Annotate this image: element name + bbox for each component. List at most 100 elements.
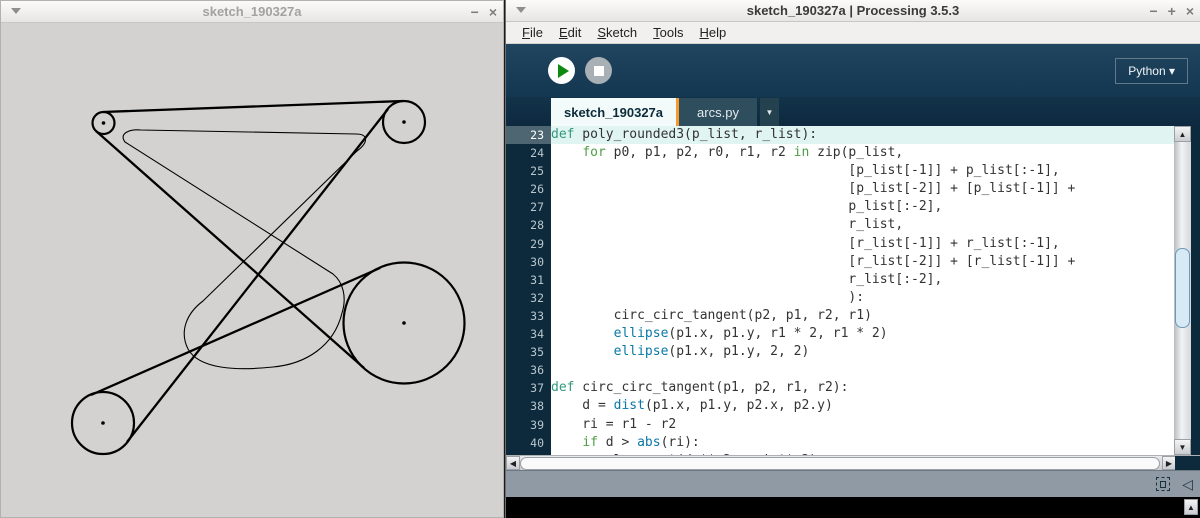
circle-center-dot — [101, 421, 105, 425]
vertical-scrollbar[interactable]: ▲ ▼ — [1174, 126, 1191, 455]
code-line-26[interactable]: [p_list[-2]] + [p_list[-1]] + — [551, 180, 1175, 198]
tab-list-dropdown[interactable]: ▼ — [760, 98, 779, 126]
code-token: p_list[:-2], — [551, 199, 942, 214]
close-button[interactable]: × — [489, 1, 497, 23]
code-line-30[interactable]: [r_list[-2]] + [r_list[-1]] + — [551, 253, 1175, 271]
code-line-37[interactable]: def circ_circ_tangent(p1, p2, r1, r2): — [551, 379, 1175, 397]
code-token: p0, p1, p2, r0, r1, r2 — [606, 145, 794, 160]
run-button[interactable] — [548, 57, 575, 84]
stop-button[interactable] — [585, 57, 612, 84]
code-token — [551, 145, 582, 160]
ide-window-title: sketch_190327a | Processing 3.5.3 — [506, 3, 1200, 18]
code-token — [551, 435, 582, 450]
scroll-right-button[interactable]: ▶ — [1162, 456, 1176, 470]
code-line-31[interactable]: r_list[:-2], — [551, 271, 1175, 289]
code-token: d = — [551, 398, 614, 413]
code-token: [r_list[-2]] + [r_list[-1]] + — [551, 254, 1075, 269]
code-area[interactable]: def poly_rounded3(p_list, r_list): for p… — [551, 126, 1175, 455]
code-line-27[interactable]: p_list[:-2], — [551, 198, 1175, 216]
line-number: 26 — [506, 180, 551, 198]
screen: sketch_190327a − × sketch_190327a | Proc… — [0, 0, 1200, 518]
line-number: 30 — [506, 253, 551, 271]
sketch-window-titlebar: sketch_190327a − × — [1, 1, 503, 23]
mode-selector-button[interactable]: Python ▾ — [1115, 58, 1188, 84]
line-number: 24 — [506, 144, 551, 162]
tabbar: sketch_190327a arcs.py ▼ — [506, 97, 1200, 126]
horizontal-scrollbar[interactable]: ◀ ▶ — [506, 455, 1200, 470]
code-token: abs — [637, 435, 660, 450]
minimize-button[interactable]: − — [1149, 0, 1157, 22]
code-line-34[interactable]: ellipse(p1.x, p1.y, r1 * 2, r1 * 2) — [551, 325, 1175, 343]
code-token: ellipse — [614, 326, 669, 341]
console: ▲ — [506, 497, 1200, 518]
close-button[interactable]: × — [1186, 0, 1194, 22]
circle-center-dot — [402, 120, 406, 124]
down-arrow-icon: ▼ — [1179, 443, 1187, 452]
up-arrow-icon: ▲ — [1179, 130, 1187, 139]
code-editor[interactable]: 23242526272829303132333435363738394041 d… — [506, 126, 1200, 455]
code-token: [p_list[-2]] + [p_list[-1]] + — [551, 181, 1075, 196]
menu-edit[interactable]: Edit — [551, 23, 589, 42]
up-arrow-icon: ▲ — [1187, 503, 1195, 512]
menu-file[interactable]: File — [514, 23, 551, 42]
vertical-scrollbar-thumb[interactable] — [1175, 248, 1190, 328]
code-line-36[interactable] — [551, 361, 1175, 379]
code-token: r_list[:-2], — [551, 272, 942, 287]
console-toggle-icon[interactable]: ◁ — [1182, 475, 1193, 493]
code-line-23[interactable]: def poly_rounded3(p_list, r_list): — [551, 126, 1175, 144]
horizontal-scrollbar-thumb[interactable] — [520, 457, 1160, 470]
menu-help[interactable]: Help — [691, 23, 734, 42]
code-line-28[interactable]: r_list, — [551, 216, 1175, 234]
window-menu-icon[interactable] — [516, 7, 526, 13]
code-token: d > — [598, 435, 637, 450]
code-token: def — [551, 380, 574, 395]
scroll-up-button[interactable]: ▲ — [1174, 126, 1191, 142]
code-line-33[interactable]: circ_circ_tangent(p2, p1, r2, r1) — [551, 307, 1175, 325]
message-area: ◁ — [506, 470, 1200, 497]
circle-center-dot — [402, 321, 406, 325]
code-token: dist — [614, 398, 645, 413]
code-token: zip(p_list, — [809, 145, 903, 160]
code-token: circ_circ_tangent(p1, p2, r1, r2): — [574, 380, 848, 395]
code-token: poly_rounded3(p_list, r_list): — [574, 127, 817, 142]
code-token: for — [582, 145, 605, 160]
scroll-down-button[interactable]: ▼ — [1174, 439, 1191, 455]
line-number: 32 — [506, 289, 551, 307]
code-line-40[interactable]: if d > abs(ri): — [551, 434, 1175, 452]
code-line-24[interactable]: for p0, p1, p2, r0, r1, r2 in zip(p_list… — [551, 144, 1175, 162]
menu-tools[interactable]: Tools — [645, 23, 691, 42]
error-window-icon[interactable] — [1156, 477, 1170, 491]
tab-arcs-py[interactable]: arcs.py — [679, 98, 757, 126]
code-line-32[interactable]: ): — [551, 289, 1175, 307]
left-arrow-icon: ◀ — [510, 459, 516, 468]
menu-sketch[interactable]: Sketch — [589, 23, 645, 42]
line-number: 35 — [506, 343, 551, 361]
code-token: ellipse — [614, 344, 669, 359]
code-line-39[interactable]: ri = r1 - r2 — [551, 416, 1175, 434]
code-token: ): — [551, 290, 864, 305]
code-token — [551, 344, 614, 359]
code-token — [551, 326, 614, 341]
line-number: 29 — [506, 235, 551, 253]
sketch-window: sketch_190327a − × — [0, 0, 504, 518]
line-number: 31 — [506, 271, 551, 289]
code-line-35[interactable]: ellipse(p1.x, p1.y, 2, 2) — [551, 343, 1175, 361]
line-number: 28 — [506, 216, 551, 234]
code-token: (p1.x, p1.y, 2, 2) — [668, 344, 809, 359]
line-number: 23 — [506, 126, 551, 144]
line-number: 27 — [506, 198, 551, 216]
code-line-25[interactable]: [p_list[-1]] + p_list[:-1], — [551, 162, 1175, 180]
code-token: ri = r1 - r2 — [551, 417, 676, 432]
console-scroll-up-button[interactable]: ▲ — [1184, 499, 1198, 515]
code-line-29[interactable]: [r_list[-1]] + r_list[:-1], — [551, 235, 1175, 253]
code-token: [p_list[-1]] + p_list[:-1], — [551, 163, 1060, 178]
window-menu-icon[interactable] — [11, 8, 21, 14]
minimize-button[interactable]: − — [471, 1, 479, 23]
tab-sketch-190327a[interactable]: sketch_190327a — [551, 98, 676, 126]
line-number: 39 — [506, 416, 551, 434]
maximize-button[interactable]: + — [1168, 0, 1176, 22]
code-token: in — [794, 145, 810, 160]
scroll-left-button[interactable]: ◀ — [506, 456, 520, 470]
code-line-38[interactable]: d = dist(p1.x, p1.y, p2.x, p2.y) — [551, 397, 1175, 415]
code-token: (p1.x, p1.y, p2.x, p2.y) — [645, 398, 833, 413]
